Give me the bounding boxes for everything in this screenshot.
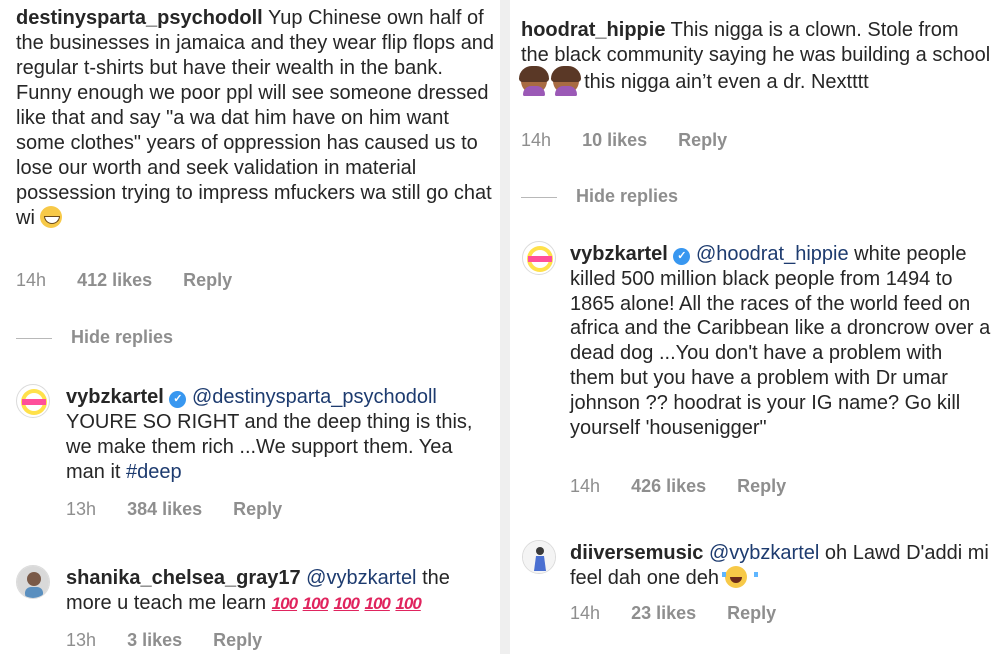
comment-meta: 13h 3 likes Reply (66, 630, 288, 651)
woman-shrugging-icon (519, 66, 549, 96)
hide-replies-button[interactable]: Hide replies (16, 327, 173, 348)
comment-meta: 14h 10 likes Reply (521, 130, 753, 151)
comment-text: Yup Chinese own half of the businesses i… (16, 7, 495, 229)
comment-likes[interactable]: 23 likes (631, 603, 696, 623)
comment-username[interactable]: vybzkartel (66, 386, 164, 408)
comment-diiversemusic: diiversemusic @vybzkartel oh Lawd D'addi… (570, 541, 992, 591)
comment-shanika: shanika_chelsea_gray17 @vybzkartel the m… (66, 566, 496, 616)
left-comments-panel: destinysparta_psychodoll Yup Chinese own… (0, 0, 500, 654)
mention-link[interactable]: @destinysparta_psychodoll (192, 386, 437, 408)
comment-username[interactable]: diiversemusic (570, 542, 703, 564)
comment-likes[interactable]: 10 likes (582, 130, 647, 150)
hide-replies-label: Hide replies (71, 327, 174, 347)
comment-time: 14h (570, 603, 601, 623)
comment-vybzkartel-reply: vybzkartel ✓ @hoodrat_hippie white peopl… (570, 242, 992, 440)
comment-username[interactable]: hoodrat_hippie (521, 19, 665, 41)
reply-button[interactable]: Reply (213, 630, 262, 650)
reply-button[interactable]: Reply (737, 476, 786, 496)
profile-photo-icon (17, 566, 49, 598)
verified-badge-icon: ✓ (169, 391, 187, 408)
comment-time: 13h (66, 499, 97, 519)
hundred-points-icon: 100 (395, 594, 421, 613)
grinning-face-icon (40, 206, 63, 228)
comment-username[interactable]: shanika_chelsea_gray17 (66, 567, 301, 589)
mention-link[interactable]: @vybzkartel (306, 567, 416, 589)
reply-button[interactable]: Reply (727, 603, 776, 623)
comment-text: white people killed 500 million black pe… (570, 243, 991, 439)
hide-replies-button[interactable]: Hide replies (521, 186, 678, 207)
avatar[interactable] (16, 384, 50, 418)
comment-likes[interactable]: 412 likes (77, 270, 152, 290)
hashtag-link[interactable]: #deep (126, 461, 182, 483)
panel-divider (500, 0, 510, 654)
profile-photo-icon (523, 541, 555, 573)
woman-shrugging-icon (550, 66, 581, 96)
comment-meta: 14h 412 likes Reply (16, 270, 258, 291)
comment-username[interactable]: vybzkartel (570, 243, 668, 265)
comment-time: 14h (570, 476, 601, 496)
avatar[interactable] (522, 241, 556, 275)
comment-meta: 14h 23 likes Reply (570, 603, 802, 624)
hundred-points-icon: 100 (302, 594, 329, 613)
ournea-logo-icon (21, 389, 47, 415)
tears-of-joy-icon (721, 566, 758, 588)
comment-meta: 14h 426 likes Reply (570, 476, 812, 497)
ournea-logo-icon (527, 246, 553, 272)
mention-link[interactable]: @hoodrat_hippie (696, 243, 849, 265)
reply-button[interactable]: Reply (233, 499, 282, 519)
hundred-points-icon: 100 (271, 594, 298, 613)
comment-meta: 13h 384 likes Reply (66, 499, 308, 520)
comment-likes[interactable]: 3 likes (127, 630, 182, 650)
comment-text-continued: this nigga ain’t even a dr. Nextttt (584, 71, 869, 93)
comment-hoodrat-hippie: hoodrat_hippie This nigga is a clown. St… (519, 18, 991, 96)
comment-username[interactable]: destinysparta_psychodoll (16, 7, 263, 29)
reply-button[interactable]: Reply (678, 130, 727, 150)
comment-destinysparta: destinysparta_psychodoll Yup Chinese own… (16, 6, 498, 231)
hundred-points-icon: 100 (364, 594, 390, 613)
comment-likes[interactable]: 384 likes (127, 499, 202, 519)
avatar[interactable] (522, 540, 556, 574)
hide-replies-line (521, 196, 557, 198)
right-comments-panel: hoodrat_hippie This nigga is a clown. St… (510, 0, 1000, 654)
comment-time: 14h (521, 130, 552, 150)
comment-time: 14h (16, 270, 47, 290)
hide-replies-label: Hide replies (576, 186, 679, 206)
comment-time: 13h (66, 630, 97, 650)
hide-replies-line (16, 337, 52, 339)
mention-link[interactable]: @vybzkartel (709, 542, 819, 564)
hundred-points-icon: 100 (333, 594, 360, 613)
comment-likes[interactable]: 426 likes (631, 476, 706, 496)
verified-badge-icon: ✓ (673, 248, 691, 265)
comment-vybzkartel-reply: vybzkartel ✓ @destinysparta_psychodoll Y… (66, 385, 496, 485)
avatar[interactable] (16, 565, 50, 599)
reply-button[interactable]: Reply (183, 270, 232, 290)
